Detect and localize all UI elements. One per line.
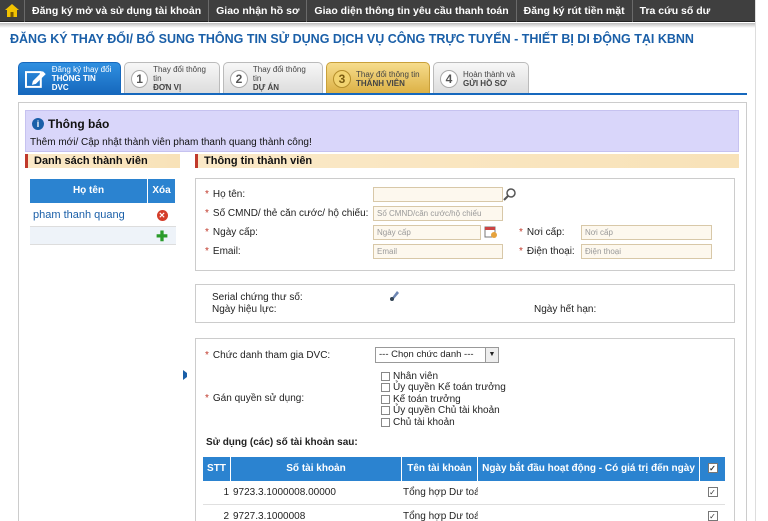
ho-ten-label: * Họ tên: (205, 189, 246, 200)
cell-stt: 2 (223, 511, 229, 521)
select-all-checkbox[interactable]: ✓ (707, 463, 718, 474)
nav-giao-dien-thanh-toan[interactable]: Giao diện thông tin yêu cầu thanh toán (306, 0, 515, 22)
search-icon[interactable] (503, 188, 516, 201)
step-number: 3 (333, 69, 351, 88)
wizard-steps: Đăng ký thay đổi THÔNG TIN DVC 1 Thay đổi… (18, 62, 532, 94)
step-label: Đăng ký thay đổi THÔNG TIN DVC (51, 65, 112, 92)
noi-cap-input[interactable]: Nơi cấp (581, 225, 712, 240)
step-label: Thay đổi thông tin THÀNH VIÊN (356, 69, 420, 88)
ho-ten-input[interactable] (373, 187, 503, 202)
notice-box: i Thông báo Thêm mới/ Cập nhật thành viên… (25, 110, 739, 152)
collapse-arrow-icon[interactable] (183, 370, 189, 380)
step-don-vi[interactable]: 1 Thay đổi thông tin ĐƠN VỊ (124, 62, 220, 94)
checkbox-uy-quyen-ktt[interactable]: Ủy quyền Kế toán trưởng (381, 382, 506, 393)
col-xoa: Xóa (148, 179, 176, 203)
nav-shadow (0, 23, 755, 28)
col-so-tai-khoan: Số tài khoản (231, 457, 402, 481)
dien-thoai-label: * Điện thoại: (519, 246, 575, 257)
col-ten-tai-khoan: Tên tài khoản (402, 457, 478, 481)
notice-header: i Thông báo (32, 117, 109, 131)
chuc-danh-select[interactable]: --- Chọn chức danh --- ▼ (375, 347, 499, 363)
accounts-table-header: STT Số tài khoản Tên tài khoản Ngày bắt … (203, 457, 725, 481)
nav-giao-nhan-ho-so[interactable]: Giao nhận hồ sơ (208, 0, 306, 22)
table-row: pham thanh quang ✕ (30, 203, 176, 227)
row-checkbox[interactable]: ✓ (707, 487, 718, 498)
step-label: Thay đổi thông tin DỰ ÁN (252, 65, 306, 92)
cmnd-input[interactable]: Số CMND/căn cước/hộ chiếu (373, 206, 503, 221)
email-label: * Email: (205, 246, 241, 257)
col-ngay-hoat-dong: Ngày bắt đầu hoạt động - Có giá trị đến … (478, 457, 700, 481)
cell-so-tai-khoan: 9723.3.1000008.00000 (233, 487, 336, 498)
hieu-luc-label: Ngày hiệu lực: (212, 304, 277, 315)
add-icon[interactable]: ✚ (148, 227, 176, 244)
page: Đăng ký mở và sử dụng tài khoản Giao nhậ… (0, 0, 768, 521)
add-row: ✚ (30, 227, 176, 245)
table-row: 1 9723.3.1000008.00000 Tổng hợp Dư toá ✓ (203, 481, 725, 505)
page-title: ĐĂNG KÝ THAY ĐỔI/ BỔ SUNG THÔNG TIN SỬ D… (10, 32, 694, 46)
top-navigation: Đăng ký mở và sử dụng tài khoản Giao nhậ… (0, 0, 755, 22)
het-han-label: Ngày hết hạn: (534, 304, 597, 315)
col-ho-ten: Họ tên (30, 179, 148, 203)
calendar-icon[interactable] (484, 225, 497, 238)
dien-thoai-input[interactable]: Điện thoại (581, 244, 712, 259)
members-table-header: Họ tên Xóa (30, 179, 176, 203)
ngay-cap-label: * Ngày cấp: (205, 227, 258, 238)
step-number: 2 (230, 69, 248, 88)
checkbox-uy-quyen-ctk[interactable]: Ủy quyền Chủ tài khoản (381, 405, 500, 416)
table-row: 2 9727.3.1000008 Tổng hợp Dư toá ✓ (203, 505, 725, 521)
nav-tra-cuu-so-du[interactable]: Tra cứu số dư (631, 0, 718, 22)
nav-dang-ky-rut-tien[interactable]: Đăng ký rút tiền mặt (515, 0, 632, 22)
step-thong-tin-dvc[interactable]: Đăng ký thay đổi THÔNG TIN DVC (18, 62, 121, 94)
cell-so-tai-khoan: 9727.3.1000008 (233, 511, 306, 521)
ngay-cap-input[interactable]: Ngày cấp (373, 225, 481, 240)
members-table: Họ tên Xóa pham thanh quang ✕ ✚ (30, 179, 176, 245)
step-label: Hoàn thành và GỬI HỒ SƠ (463, 69, 516, 88)
step-number: 4 (440, 69, 458, 88)
checkbox-nhan-vien[interactable]: Nhân viên (381, 371, 438, 382)
row-checkbox[interactable]: ✓ (707, 511, 718, 521)
checkbox-ke-toan-truong[interactable]: Kế toán trưởng (381, 394, 461, 405)
step-gui-ho-so[interactable]: 4 Hoàn thành và GỬI HỒ SƠ (433, 62, 529, 94)
cell-stt: 1 (223, 487, 229, 498)
col-stt: STT (203, 457, 231, 481)
right-gutter (755, 0, 768, 521)
step-number: 1 (131, 69, 149, 88)
step-label: Thay đổi thông tin ĐƠN VỊ (153, 65, 207, 92)
email-input[interactable]: Email (373, 244, 503, 259)
info-icon: i (32, 118, 44, 130)
tab-underline (18, 93, 747, 95)
certificate-icon[interactable] (389, 289, 401, 301)
edit-icon (25, 70, 46, 88)
cell-ten-tai-khoan: Tổng hợp Dư toá (403, 511, 478, 521)
noi-cap-label: * Nơi cấp: (519, 227, 565, 238)
member-name-link[interactable]: pham thanh quang (30, 203, 148, 226)
cmnd-label: * Số CMND/ thẻ căn cước/ hộ chiếu: (205, 208, 369, 219)
accounts-table: STT Số tài khoản Tên tài khoản Ngày bắt … (203, 457, 725, 521)
notice-message: Thêm mới/ Cập nhật thành viên pham thanh… (30, 137, 312, 148)
info-section-header: Thông tin thành viên (195, 154, 739, 168)
serial-label: Serial chứng thư số: (212, 292, 303, 303)
gan-quyen-label: * Gán quyền sử dụng: (205, 393, 305, 404)
cell-ten-tai-khoan: Tổng hợp Dư toá (403, 487, 478, 498)
step-thanh-vien[interactable]: 3 Thay đổi thông tin THÀNH VIÊN (326, 62, 430, 94)
accounts-title: Sử dụng (các) số tài khoản sau: (206, 437, 358, 448)
step-du-an[interactable]: 2 Thay đổi thông tin DỰ ÁN (223, 62, 323, 94)
nav-dang-ky-mo-tai-khoan[interactable]: Đăng ký mở và sử dụng tài khoản (24, 0, 208, 22)
chevron-down-icon: ▼ (485, 348, 498, 362)
delete-icon[interactable]: ✕ (156, 209, 168, 221)
checkbox-chu-tai-khoan[interactable]: Chủ tài khoản (381, 417, 455, 428)
members-section-header: Danh sách thành viên (25, 154, 180, 168)
home-icon[interactable] (0, 0, 24, 22)
chuc-danh-label: * Chức danh tham gia DVC: (205, 350, 331, 361)
